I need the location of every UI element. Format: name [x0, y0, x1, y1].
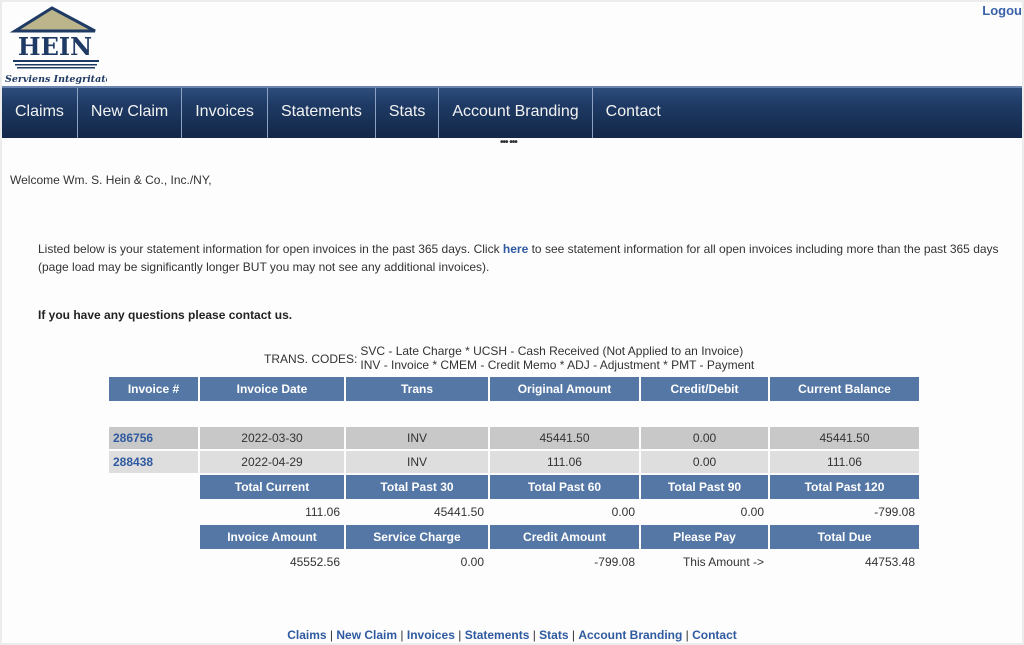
aging-values-row: 111.06 45441.50 0.00 0.00 -799.08	[109, 501, 919, 523]
questions-note: If you have any questions please contact…	[38, 308, 293, 322]
header-please-pay: Please Pay	[641, 525, 768, 549]
footer-separator: |	[397, 628, 407, 642]
col-header-invoice-date[interactable]: Invoice Date	[200, 377, 344, 401]
aging-header-row: Total Current Total Past 30 Total Past 6…	[109, 475, 919, 499]
footer-link-new-claim[interactable]: New Claim	[336, 628, 397, 642]
logo-motto: Serviens Integritate	[5, 74, 107, 85]
table-row: 288438 2022-04-29 INV 111.06 0.00 111.06	[109, 451, 919, 473]
invoice-date-cell: 2022-03-30	[200, 427, 344, 449]
summary-header-row: Invoice Amount Service Charge Credit Amo…	[109, 525, 919, 549]
nav-claims[interactable]: Claims	[2, 88, 78, 138]
statement-table: Invoice # Invoice Date Trans Original Am…	[107, 375, 921, 575]
header-total-past-60: Total Past 60	[490, 475, 639, 499]
footer-link-contact[interactable]: Contact	[692, 628, 737, 642]
credit-debit-cell: 0.00	[641, 451, 768, 473]
welcome-message: Welcome Wm. S. Hein & Co., Inc./NY,	[10, 173, 212, 187]
credit-debit-cell: 0.00	[641, 427, 768, 449]
footer-separator: |	[529, 628, 540, 642]
spacer-row	[109, 403, 919, 425]
header-total-past-120: Total Past 120	[770, 475, 919, 499]
col-header-original-amount[interactable]: Original Amount	[490, 377, 639, 401]
footer-link-invoices[interactable]: Invoices	[407, 628, 455, 642]
blank-cell	[109, 525, 198, 549]
trans-codes-line-1: SVC - Late Charge * UCSH - Cash Received…	[360, 344, 744, 358]
header-credit-amount: Credit Amount	[490, 525, 639, 549]
logo-step	[13, 60, 99, 62]
logo-step	[17, 67, 95, 69]
footer-separator: |	[454, 628, 465, 642]
service-charge-value: 0.00	[460, 555, 484, 569]
original-amount-cell: 45441.50	[490, 427, 639, 449]
invoice-link[interactable]: 286756	[113, 431, 153, 445]
col-header-credit-debit[interactable]: Credit/Debit	[641, 377, 768, 401]
invoice-link[interactable]: 288438	[113, 455, 153, 469]
invoice-number-cell: 286756	[109, 427, 198, 449]
logo-step	[15, 64, 97, 66]
header-invoice-amount: Invoice Amount	[200, 525, 344, 549]
col-header-invoice-number[interactable]: Invoice #	[109, 377, 198, 401]
nav-invoices[interactable]: Invoices	[182, 88, 268, 138]
statement-info: Listed below is your statement informati…	[38, 240, 1018, 276]
nav-contact[interactable]: Contact	[593, 88, 674, 138]
original-amount-cell: 111.06	[490, 451, 639, 473]
trans-cell: INV	[346, 427, 488, 449]
credit-amount-value: -799.08	[594, 555, 635, 569]
footer-nav: Claims | New Claim | Invoices | Statemen…	[2, 628, 1022, 642]
table-row: 286756 2022-03-30 INV 45441.50 0.00 4544…	[109, 427, 919, 449]
trans-cell: INV	[346, 451, 488, 473]
summary-values-row: 45552.56 0.00 -799.08 This Amount -> 447…	[109, 551, 919, 573]
current-balance-cell: 45441.50	[770, 427, 919, 449]
blank-cell	[109, 475, 198, 499]
footer-link-claims[interactable]: Claims	[287, 628, 326, 642]
trans-codes-legend: TRANS. CODES: SVC - Late Charge * UCSH -…	[264, 344, 754, 372]
invoice-number-cell: 288438	[109, 451, 198, 473]
all-invoices-link[interactable]: here	[503, 242, 528, 256]
header-total-past-30: Total Past 30	[346, 475, 488, 499]
invoice-date-cell: 2022-04-29	[200, 451, 344, 473]
current-balance-cell: 111.06	[770, 451, 919, 473]
footer-separator: |	[682, 628, 693, 642]
footer-link-statements[interactable]: Statements	[465, 628, 530, 642]
header-total-past-90: Total Past 90	[641, 475, 768, 499]
main-nav: Claims New Claim Invoices Statements Sta…	[2, 86, 1022, 138]
total-past-120-value: -799.08	[874, 505, 915, 519]
info-text-before: Listed below is your statement informati…	[38, 242, 503, 256]
footer-separator: |	[326, 628, 337, 642]
more-dots-icon[interactable]: ••• •••	[500, 137, 518, 148]
logout-link[interactable]: Logou	[982, 3, 1022, 18]
blank-cell	[109, 501, 198, 523]
total-past-60-value: 0.00	[611, 505, 635, 519]
page-frame: HEIN Serviens Integritate Logou Claims N…	[2, 2, 1022, 643]
nav-new-claim[interactable]: New Claim	[78, 88, 183, 138]
col-header-trans[interactable]: Trans	[346, 377, 488, 401]
header-total-current: Total Current	[200, 475, 344, 499]
header-total-due: Total Due	[770, 525, 919, 549]
invoice-amount-value: 45552.56	[289, 555, 340, 569]
col-header-current-balance[interactable]: Current Balance	[770, 377, 919, 401]
nav-account-branding[interactable]: Account Branding	[439, 88, 593, 138]
footer-link-stats[interactable]: Stats	[539, 628, 568, 642]
total-due-value: 44753.48	[864, 555, 915, 569]
please-pay-note: This Amount ->	[682, 555, 764, 569]
hein-logo[interactable]: HEIN Serviens Integritate	[5, 5, 107, 85]
nav-stats[interactable]: Stats	[376, 88, 440, 138]
logo-roof-icon	[9, 6, 96, 33]
table-header-row: Invoice # Invoice Date Trans Original Am…	[109, 377, 919, 401]
total-past-90-value: 0.00	[740, 505, 764, 519]
footer-separator: |	[568, 628, 579, 642]
nav-statements[interactable]: Statements	[268, 88, 376, 138]
total-past-30-value: 45441.50	[433, 505, 484, 519]
blank-cell	[109, 551, 198, 573]
footer-link-account-branding[interactable]: Account Branding	[578, 628, 682, 642]
header-service-charge: Service Charge	[346, 525, 488, 549]
trans-codes-label: TRANS. CODES:	[264, 352, 358, 366]
total-current-value: 111.06	[305, 505, 340, 519]
trans-codes-line-2: INV - Invoice * CMEM - Credit Memo * ADJ…	[360, 358, 755, 372]
logo-wordmark: HEIN	[18, 32, 92, 61]
